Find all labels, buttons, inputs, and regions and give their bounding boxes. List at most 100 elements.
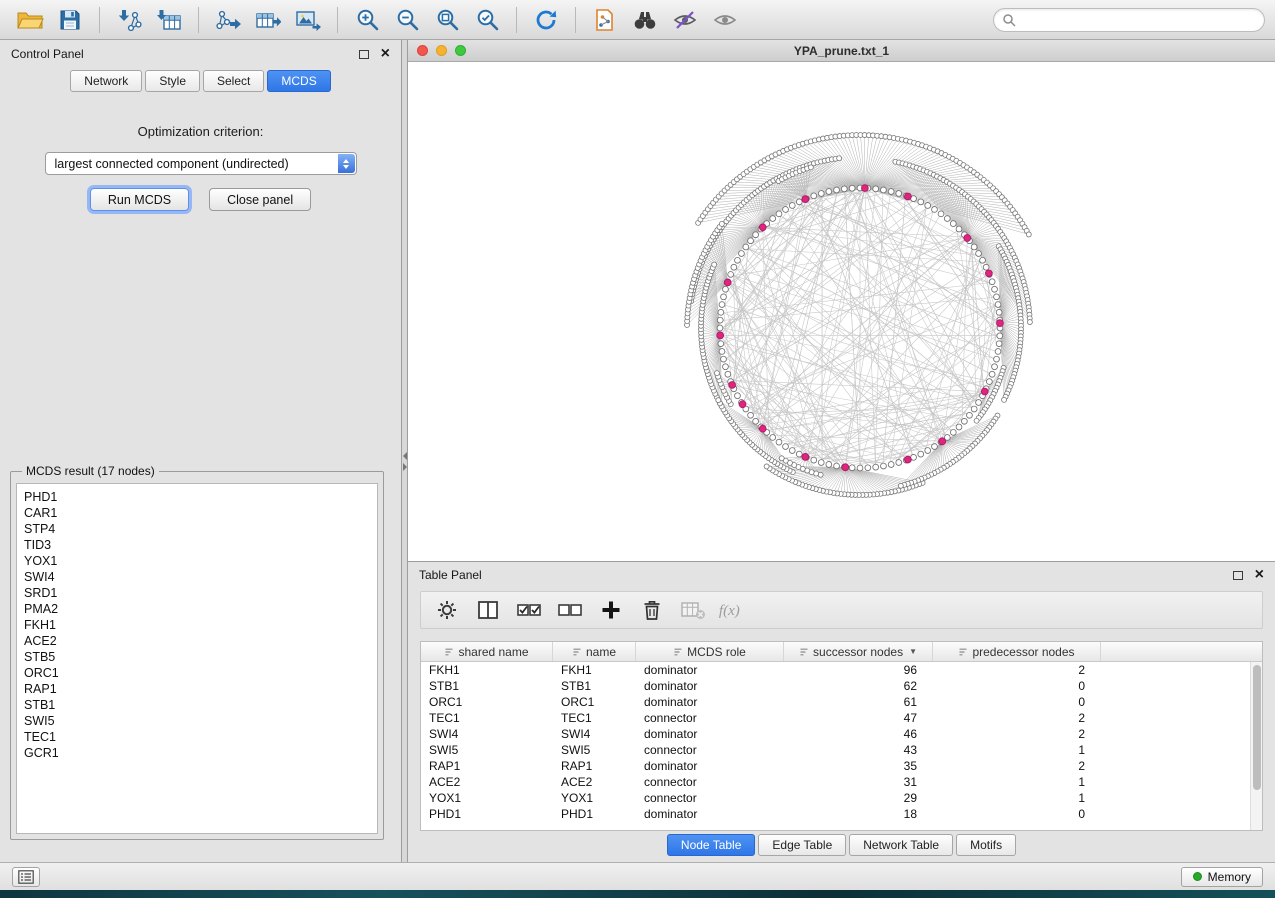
table-row[interactable]: FKH1FKH1dominator962 (421, 662, 1262, 678)
export-image-button[interactable] (291, 4, 325, 36)
unselect-all-columns-button[interactable] (553, 595, 587, 625)
search-input[interactable] (1021, 13, 1256, 27)
table-cell[interactable]: ACE2 (421, 775, 553, 789)
find-button[interactable] (628, 4, 662, 36)
mcds-result-item[interactable]: TID3 (24, 537, 370, 553)
table-cell[interactable]: connector (636, 711, 784, 725)
table-cell[interactable]: 0 (933, 807, 1101, 821)
table-cell[interactable]: 2 (933, 711, 1101, 725)
mcds-result-item[interactable]: RAP1 (24, 681, 370, 697)
share-document-button[interactable] (588, 4, 622, 36)
table-cell[interactable]: 46 (784, 727, 933, 741)
table-cell[interactable]: RAP1 (421, 759, 553, 773)
table-cell[interactable]: 0 (933, 679, 1101, 693)
export-table-button[interactable] (251, 4, 285, 36)
scrollbar-thumb[interactable] (1253, 665, 1261, 790)
table-cell[interactable]: 29 (784, 791, 933, 805)
select-all-columns-button[interactable] (512, 595, 546, 625)
mcds-result-item[interactable]: STP4 (24, 521, 370, 537)
show-panels-button[interactable] (12, 867, 40, 887)
tab-network-table[interactable]: Network Table (849, 834, 953, 856)
table-cell[interactable]: SWI5 (553, 743, 636, 757)
table-cell[interactable]: dominator (636, 663, 784, 677)
table-cell[interactable]: TEC1 (553, 711, 636, 725)
window-minimize-button[interactable] (436, 45, 447, 56)
table-cell[interactable]: 1 (933, 743, 1101, 757)
table-cell[interactable]: 35 (784, 759, 933, 773)
table-cell[interactable]: SWI4 (553, 727, 636, 741)
mcds-result-item[interactable]: ACE2 (24, 633, 370, 649)
mcds-result-item[interactable]: PHD1 (24, 489, 370, 505)
mcds-result-item[interactable]: SWI4 (24, 569, 370, 585)
table-cell[interactable]: dominator (636, 807, 784, 821)
column-header-name[interactable]: name (553, 642, 636, 661)
mcds-result-item[interactable]: STB5 (24, 649, 370, 665)
delete-table-button[interactable] (676, 595, 710, 625)
tab-style[interactable]: Style (145, 70, 200, 92)
table-cell[interactable]: YOX1 (553, 791, 636, 805)
zoom-selected-button[interactable] (470, 4, 504, 36)
table-cell[interactable]: 1 (933, 791, 1101, 805)
table-cell[interactable]: 2 (933, 663, 1101, 677)
table-cell[interactable]: ORC1 (421, 695, 553, 709)
table-cell[interactable]: 2 (933, 727, 1101, 741)
table-cell[interactable]: FKH1 (553, 663, 636, 677)
mcds-result-list[interactable]: PHD1CAR1STP4TID3YOX1SWI4SRD1PMA2FKH1ACE2… (16, 483, 378, 834)
table-cell[interactable]: STB1 (553, 679, 636, 693)
window-zoom-button[interactable] (455, 45, 466, 56)
tab-select[interactable]: Select (203, 70, 264, 92)
table-cell[interactable]: 0 (933, 695, 1101, 709)
table-cell[interactable]: ACE2 (553, 775, 636, 789)
zoom-out-button[interactable] (390, 4, 424, 36)
column-header-successor-nodes[interactable]: successor nodes▼ (784, 642, 933, 661)
table-cell[interactable]: TEC1 (421, 711, 553, 725)
mcds-result-item[interactable]: FKH1 (24, 617, 370, 633)
table-cell[interactable]: dominator (636, 679, 784, 693)
mcds-result-item[interactable]: ORC1 (24, 665, 370, 681)
mcds-result-item[interactable]: TEC1 (24, 729, 370, 745)
close-table-panel-icon[interactable]: × (1255, 567, 1264, 583)
close-panel-icon[interactable]: × (381, 46, 390, 62)
table-cell[interactable]: 61 (784, 695, 933, 709)
save-session-button[interactable] (53, 4, 87, 36)
search-box[interactable] (993, 8, 1265, 32)
table-cell[interactable]: SWI4 (421, 727, 553, 741)
table-cell[interactable]: 2 (933, 759, 1101, 773)
memory-button[interactable]: Memory (1181, 867, 1263, 887)
close-mcds-panel-button[interactable]: Close panel (209, 188, 311, 211)
table-row[interactable]: SWI4SWI4dominator462 (421, 726, 1262, 742)
table-row[interactable]: PHD1PHD1dominator180 (421, 806, 1262, 822)
table-cell[interactable]: PHD1 (553, 807, 636, 821)
mcds-result-item[interactable]: YOX1 (24, 553, 370, 569)
criterion-dropdown[interactable]: largest connected component (undirected) (45, 152, 357, 175)
import-network-button[interactable] (112, 4, 146, 36)
mcds-result-item[interactable]: SWI5 (24, 713, 370, 729)
table-row[interactable]: ORC1ORC1dominator610 (421, 694, 1262, 710)
table-cell[interactable]: PHD1 (421, 807, 553, 821)
network-canvas[interactable] (408, 62, 1275, 561)
tab-motifs[interactable]: Motifs (956, 834, 1016, 856)
table-cell[interactable]: 47 (784, 711, 933, 725)
table-row[interactable]: YOX1YOX1connector291 (421, 790, 1262, 806)
column-header-predecessor-nodes[interactable]: predecessor nodes (933, 642, 1101, 661)
table-scrollbar[interactable] (1250, 662, 1262, 830)
mcds-result-item[interactable]: PMA2 (24, 601, 370, 617)
table-cell[interactable]: 18 (784, 807, 933, 821)
table-cell[interactable]: YOX1 (421, 791, 553, 805)
table-cell[interactable]: 96 (784, 663, 933, 677)
table-cell[interactable]: dominator (636, 759, 784, 773)
open-session-button[interactable] (13, 4, 47, 36)
table-cell[interactable]: connector (636, 775, 784, 789)
mcds-result-item[interactable]: STB1 (24, 697, 370, 713)
tab-mcds[interactable]: MCDS (267, 70, 330, 92)
table-cell[interactable]: 62 (784, 679, 933, 693)
table-cell[interactable]: SWI5 (421, 743, 553, 757)
column-header-mcds-role[interactable]: MCDS role (636, 642, 784, 661)
float-panel-icon[interactable] (359, 50, 369, 59)
table-row[interactable]: TEC1TEC1connector472 (421, 710, 1262, 726)
table-row[interactable]: STB1STB1dominator620 (421, 678, 1262, 694)
mcds-result-item[interactable]: GCR1 (24, 745, 370, 761)
refresh-layout-button[interactable] (529, 4, 563, 36)
add-column-button[interactable] (594, 595, 628, 625)
mcds-result-item[interactable]: SRD1 (24, 585, 370, 601)
